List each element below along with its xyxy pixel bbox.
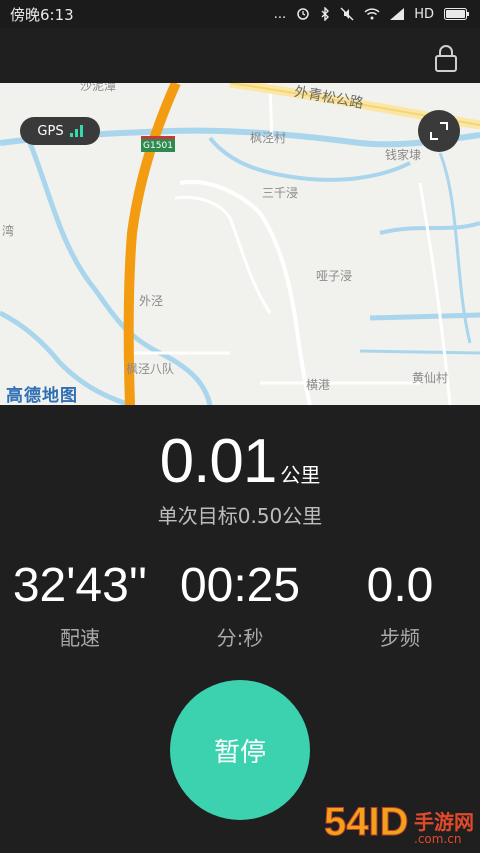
map-label: 三千浸 — [262, 186, 299, 200]
time-stat: 00:25 分:秒 — [160, 560, 320, 651]
watermark-logo: 54ID 手游网 .com.cn — [318, 798, 480, 853]
distance-display: 0.01 公里 — [0, 426, 480, 497]
map-label: 哑子浸 — [316, 269, 353, 283]
pace-value: 32'43'' — [12, 559, 148, 612]
status-time: 傍晚6:13 — [10, 5, 74, 24]
map-label: 湾 — [2, 224, 15, 238]
road-shield: G1501 — [141, 136, 175, 152]
network-type: HD — [414, 6, 434, 22]
fullscreen-button[interactable] — [418, 110, 460, 152]
wifi-icon — [364, 8, 380, 20]
expand-icon — [430, 122, 448, 140]
alarm-icon — [296, 7, 310, 21]
map-label: 钱家埭 — [385, 148, 422, 162]
pace-stat: 32'43'' 配速 — [0, 560, 160, 651]
top-bar — [0, 28, 480, 83]
time-label: 分:秒 — [216, 626, 264, 650]
signal-icon — [390, 8, 405, 20]
lock-button[interactable] — [430, 42, 462, 74]
battery-icon — [444, 8, 470, 20]
pause-button[interactable]: 暂停 — [170, 680, 310, 820]
gps-status: GPS — [20, 117, 100, 145]
mute-icon — [340, 7, 354, 21]
bluetooth-icon — [320, 7, 330, 21]
status-bar: 傍晚6:13 ... HD — [0, 0, 480, 28]
lock-icon — [435, 45, 457, 72]
watermark-big: 54ID — [324, 800, 409, 845]
cadence-stat: 0.0 步频 — [320, 560, 480, 651]
gps-label: GPS — [37, 123, 64, 139]
map-label: 外泾 — [139, 294, 164, 308]
watermark-text: 手游网 — [414, 810, 474, 834]
distance-unit: 公里 — [280, 463, 321, 487]
gps-signal-icon — [69, 125, 83, 137]
map-label: 横港 — [306, 378, 331, 392]
cadence-label: 步频 — [380, 626, 420, 650]
goal-text: 单次目标0.50公里 — [157, 504, 323, 528]
cadence-value: 0.0 — [366, 559, 434, 612]
distance-value: 0.01 — [159, 427, 278, 496]
status-dots: ... — [273, 6, 287, 22]
time-value: 00:25 — [179, 559, 301, 612]
pace-label: 配速 — [60, 626, 100, 650]
map-label: 沙泥潭 — [80, 83, 117, 93]
map-logo: 高德地图 — [6, 386, 78, 406]
watermark-url: .com.cn — [414, 832, 462, 846]
map-label: 枫泾八队 — [126, 362, 175, 376]
map-label: 枫泾村 — [250, 131, 287, 145]
map-label: 黄仙村 — [412, 371, 449, 385]
